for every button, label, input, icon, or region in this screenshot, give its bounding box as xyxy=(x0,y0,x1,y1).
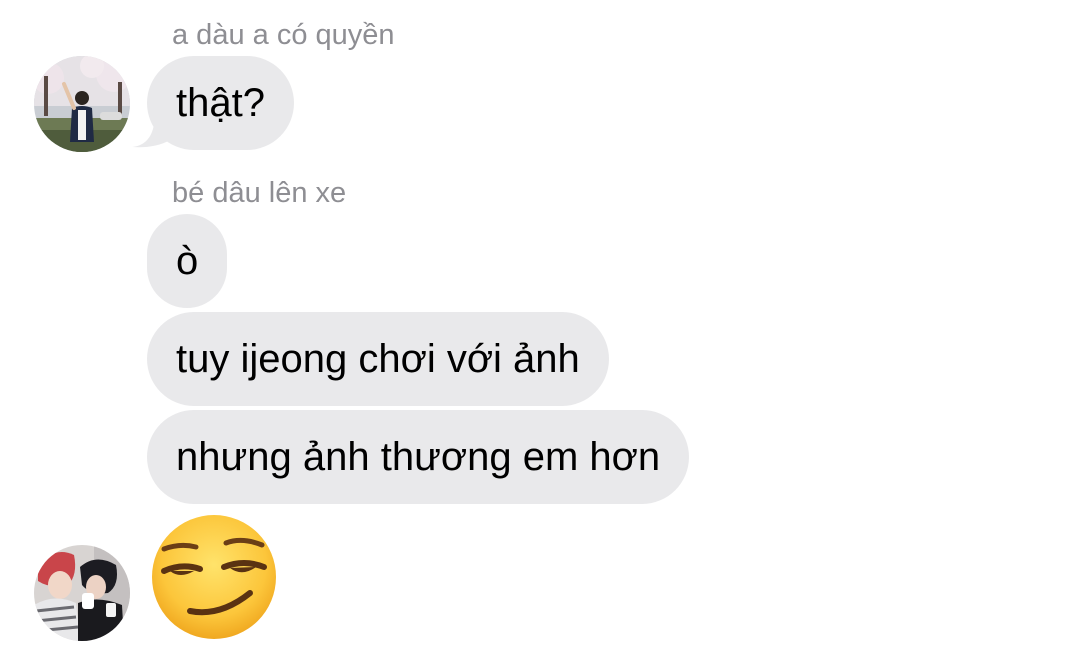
avatar[interactable] xyxy=(34,56,130,152)
message-bubble[interactable]: ò xyxy=(147,214,228,308)
sender-name: a dàu a có quyền xyxy=(172,19,395,51)
photo-avatar-two-people-icon xyxy=(34,545,130,641)
message-bubble[interactable]: tuy ijeong chơi với ảnh xyxy=(147,312,609,406)
message-bubble[interactable]: nhưng ảnh thương em hơn xyxy=(147,410,690,504)
message-bubble[interactable]: thật? xyxy=(147,56,294,150)
avatar[interactable] xyxy=(34,545,130,641)
photo-avatar-person-cherry-blossoms-icon xyxy=(34,56,130,152)
sender-name: bé dâu lên xe xyxy=(172,177,347,209)
smirking-face-icon[interactable] xyxy=(150,513,278,641)
smirking-face-emoji-icon xyxy=(152,515,276,639)
